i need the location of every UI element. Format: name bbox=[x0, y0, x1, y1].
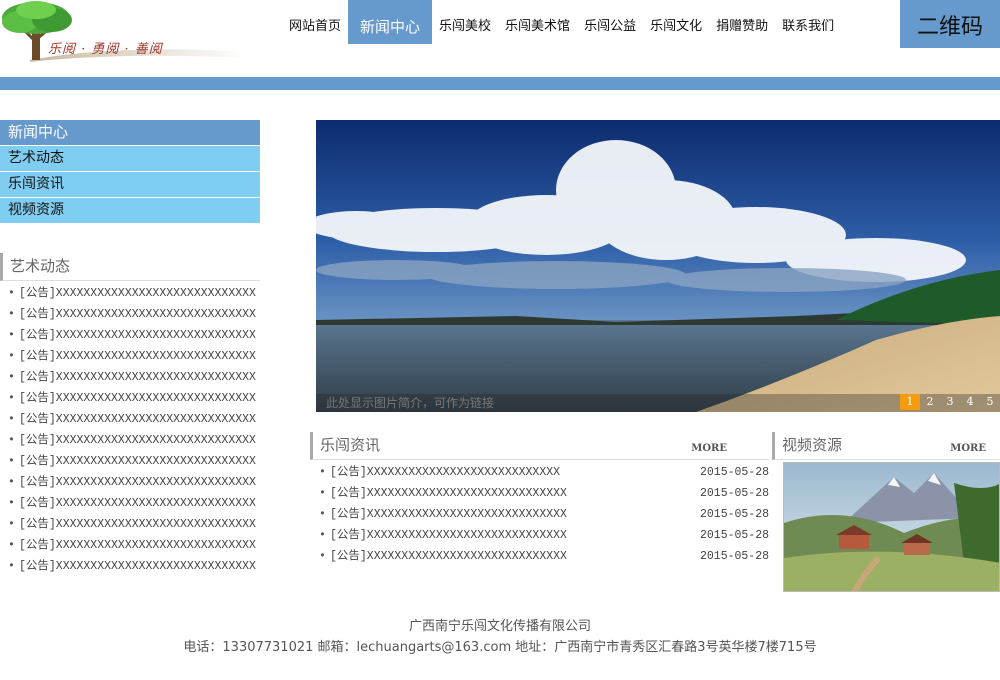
nav-item-art-museum[interactable]: 乐闯美术馆 bbox=[498, 0, 577, 44]
footer-company: 广西南宁乐闯文化传播有限公司 bbox=[408, 619, 591, 634]
news-more-link[interactable]: MORE bbox=[691, 436, 727, 462]
video-thumbnail[interactable] bbox=[783, 462, 1000, 592]
logo-slogan: 乐阅 · 勇阅 · 善阅 bbox=[48, 42, 163, 57]
pager-page-2[interactable]: 2 bbox=[920, 394, 940, 410]
list-item[interactable]: [公告]XXXXXXXXXXXXXXXXXXXXXXXXXXXXX bbox=[2, 346, 260, 367]
pager-page-5[interactable]: 5 bbox=[980, 394, 1000, 410]
side-menu-item-art-news[interactable]: 艺术动态 bbox=[0, 146, 260, 171]
news-title-text: 乐闯资讯 bbox=[320, 436, 381, 454]
banner-caption[interactable]: 此处显示图片简介，可作为链接 bbox=[316, 394, 1000, 412]
news-item-text[interactable]: [公告]XXXXXXXXXXXXXXXXXXXXXXXXXXXX bbox=[330, 466, 560, 479]
list-item[interactable]: [公告]XXXXXXXXXXXXXXXXXXXXXXXXXXXXX bbox=[2, 472, 260, 493]
list-item[interactable]: [公告]XXXXXXXXXXXXXXXXXXXXXXXXXXXXX bbox=[2, 409, 260, 430]
video-more-link[interactable]: MORE bbox=[950, 436, 986, 462]
side-menu-item-lechuang-news[interactable]: 乐闯资讯 bbox=[0, 172, 260, 197]
banner-pager: 1 2 3 4 5 bbox=[900, 394, 1000, 410]
qr-code-button[interactable]: 二维码 bbox=[900, 0, 1000, 48]
nav-item-news-center[interactable]: 新闻中心 bbox=[348, 0, 433, 44]
main-nav: 网站首页 新闻中心 乐闯美校 乐闯美术馆 乐闯公益 乐闯文化 捐赠赞助 联系我们 bbox=[282, 0, 841, 44]
nav-item-charity[interactable]: 乐闯公益 bbox=[577, 0, 643, 44]
banner-slideshow[interactable]: 此处显示图片简介，可作为链接 1 2 3 4 5 bbox=[316, 120, 1000, 412]
news-item-text[interactable]: [公告]XXXXXXXXXXXXXXXXXXXXXXXXXXXXX bbox=[330, 550, 567, 563]
nav-item-culture[interactable]: 乐闯文化 bbox=[643, 0, 709, 44]
pager-page-4[interactable]: 4 bbox=[960, 394, 980, 410]
list-item[interactable]: [公告]XXXXXXXXXXXXXXXXXXXXXXXXXXXXX bbox=[2, 493, 260, 514]
news-item-text[interactable]: [公告]XXXXXXXXXXXXXXXXXXXXXXXXXXXXX bbox=[330, 508, 567, 521]
list-item[interactable]: [公告]XXXXXXXXXXXXXXXXXXXXXXXXXXXXX bbox=[2, 388, 260, 409]
mountain-village-painting-image bbox=[784, 463, 999, 591]
list-item[interactable]: [公告]XXXXXXXXXXXXXXXXXXXXXXXXXXXXX bbox=[2, 367, 260, 388]
nav-item-contact[interactable]: 联系我们 bbox=[775, 0, 841, 44]
site-logo[interactable]: 乐阅 · 勇阅 · 善阅 bbox=[0, 0, 245, 62]
list-item[interactable]: [公告]XXXXXXXXXXXXXXXXXXXXXXXXXXXXX bbox=[2, 556, 260, 577]
side-menu-header[interactable]: 新闻中心 bbox=[0, 120, 260, 145]
list-item[interactable]: [公告]XXXXXXXXXXXXXXXXXXXXXXXXXXXXX 2015-05… bbox=[313, 546, 769, 567]
nav-item-art-school[interactable]: 乐闯美校 bbox=[432, 0, 498, 44]
list-item[interactable]: [公告]XXXXXXXXXXXXXXXXXXXXXXXXXXXXX bbox=[2, 283, 260, 304]
list-item[interactable]: [公告]XXXXXXXXXXXXXXXXXXXXXXXXXXXXX 2015-05… bbox=[313, 483, 769, 504]
pager-page-3[interactable]: 3 bbox=[940, 394, 960, 410]
list-item[interactable]: [公告]XXXXXXXXXXXXXXXXXXXXXXXXXXXXX bbox=[2, 325, 260, 346]
list-item[interactable]: [公告]XXXXXXXXXXXXXXXXXXXXXXXXXXXXX bbox=[2, 304, 260, 325]
side-menu: 新闻中心 艺术动态 乐闯资讯 视频资源 bbox=[0, 120, 260, 224]
list-item[interactable]: [公告]XXXXXXXXXXXXXXXXXXXXXXXXXXXXX bbox=[2, 514, 260, 535]
nav-item-home[interactable]: 网站首页 bbox=[282, 0, 348, 44]
art-news-list: [公告]XXXXXXXXXXXXXXXXXXXXXXXXXXXXX [公告]XX… bbox=[2, 283, 260, 577]
video-section-title: 视频资源 MORE bbox=[772, 432, 1000, 460]
news-item-text[interactable]: [公告]XXXXXXXXXXXXXXXXXXXXXXXXXXXXX bbox=[330, 487, 567, 500]
list-item[interactable]: [公告]XXXXXXXXXXXXXXXXXXXXXXXXXXXXX 2015-05… bbox=[313, 525, 769, 546]
video-title-text: 视频资源 bbox=[782, 436, 843, 454]
news-item-date: 2015-05-28 bbox=[699, 508, 769, 521]
footer: 广西南宁乐闯文化传播有限公司 电话：13307731021 邮箱：lechuan… bbox=[0, 616, 1000, 658]
pager-page-1[interactable]: 1 bbox=[900, 394, 920, 410]
list-item[interactable]: [公告]XXXXXXXXXXXXXXXXXXXXXXXXXXXXX bbox=[2, 451, 260, 472]
news-section-title: 乐闯资讯 MORE bbox=[310, 432, 769, 460]
news-item-date: 2015-05-28 bbox=[699, 466, 769, 479]
art-news-title-text: 艺术动态 bbox=[10, 257, 71, 275]
nav-item-donation[interactable]: 捐赠赞助 bbox=[709, 0, 775, 44]
list-item[interactable]: [公告]XXXXXXXXXXXXXXXXXXXXXXXXXXXXX 2015-05… bbox=[313, 504, 769, 525]
beach-landscape-image bbox=[316, 120, 1000, 412]
news-item-date: 2015-05-28 bbox=[699, 487, 769, 500]
side-menu-item-video[interactable]: 视频资源 bbox=[0, 198, 260, 223]
news-list: [公告]XXXXXXXXXXXXXXXXXXXXXXXXXXXX 2015-05-… bbox=[313, 462, 769, 567]
list-item[interactable]: [公告]XXXXXXXXXXXXXXXXXXXXXXXXXXXXX bbox=[2, 430, 260, 451]
header-band bbox=[0, 77, 1000, 90]
list-item[interactable]: [公告]XXXXXXXXXXXXXXXXXXXXXXXXXXXX 2015-05-… bbox=[313, 462, 769, 483]
page: { "header": { "logo_text": "乐阅 · 勇阅 · 善阅… bbox=[0, 0, 1000, 680]
news-item-date: 2015-05-28 bbox=[699, 550, 769, 563]
list-item[interactable]: [公告]XXXXXXXXXXXXXXXXXXXXXXXXXXXXX bbox=[2, 535, 260, 556]
art-news-section-title: 艺术动态 bbox=[0, 253, 260, 281]
banner-caption-text[interactable]: 此处显示图片简介，可作为链接 bbox=[326, 396, 494, 410]
news-item-date: 2015-05-28 bbox=[699, 529, 769, 542]
footer-contact: 电话：13307731021 邮箱：lechuangarts@163.com 地… bbox=[183, 640, 817, 655]
news-item-text[interactable]: [公告]XXXXXXXXXXXXXXXXXXXXXXXXXXXXX bbox=[330, 529, 567, 542]
